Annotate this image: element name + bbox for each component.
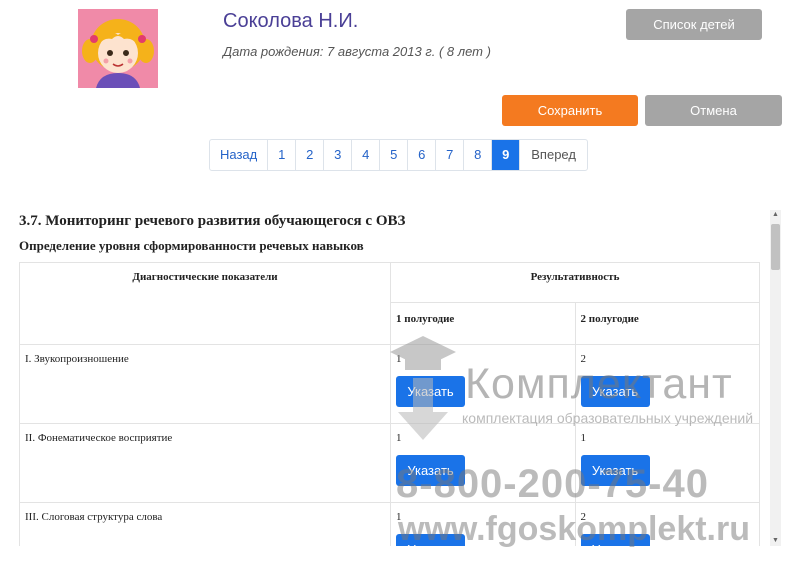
half2-cell: 2 Указать	[574, 344, 760, 424]
triangle-down-icon[interactable]: ▼	[770, 536, 781, 546]
half2-value: 2	[580, 511, 587, 523]
table-row: II. Фонематическое восприятие 1 Указать …	[19, 423, 760, 503]
girl-avatar-icon	[78, 9, 158, 88]
half1-cell: 1 Указать	[390, 344, 576, 424]
scrollbar-thumb[interactable]	[771, 224, 780, 270]
birth-date: Дата рождения: 7 августа 2013 г. ( 8 лет…	[223, 44, 491, 59]
column-header-results: Результативность	[390, 262, 760, 303]
save-button[interactable]: Сохранить	[502, 95, 638, 126]
child-name: Соколова Н.И.	[223, 10, 359, 32]
table-row: I. Звукопроизношение 1 Указать 2 Указать	[19, 344, 760, 424]
children-list-button[interactable]: Список детей	[626, 9, 762, 40]
pagination: Назад 1 2 3 4 5 6 7 8 9 Вперед	[209, 139, 588, 171]
avatar	[78, 9, 158, 88]
half1-value: 1	[396, 432, 402, 444]
section-title: 3.7. Мониторинг речевого развития обучаю…	[19, 213, 406, 229]
pagination-page-2[interactable]: 2	[296, 140, 325, 170]
pagination-page-4[interactable]: 4	[352, 140, 381, 170]
pagination-page-1[interactable]: 1	[268, 140, 297, 170]
half1-cell: 1 Указать	[390, 423, 576, 503]
table-header-row: Диагностические показатели Результативно…	[19, 262, 760, 345]
indicator-cell: II. Фонематическое восприятие	[19, 423, 391, 503]
column-header-indicators: Диагностические показатели	[19, 262, 391, 345]
half1-cell: 1 Указать	[390, 502, 576, 546]
set-half1-button[interactable]: Указать	[396, 534, 465, 546]
triangle-up-icon[interactable]: ▲	[770, 210, 781, 220]
set-half2-button[interactable]: Указать	[580, 376, 650, 407]
table-row: III. Слоговая структура слова 1 Указать …	[19, 502, 760, 546]
pagination-page-3[interactable]: 3	[324, 140, 353, 170]
pagination-next[interactable]: Вперед	[520, 140, 587, 170]
column-header-half1: 1 полугодие	[390, 302, 576, 345]
pagination-page-6[interactable]: 6	[408, 140, 437, 170]
monitoring-content-frame: 3.7. Мониторинг речевого развития обучаю…	[0, 208, 770, 546]
set-half1-button[interactable]: Указать	[396, 455, 465, 486]
half2-value: 2	[580, 353, 587, 365]
set-half2-button[interactable]: Указать	[580, 534, 650, 546]
half2-cell: 1 Указать	[574, 423, 760, 503]
section-subtitle: Определение уровня сформированности рече…	[19, 238, 364, 253]
column-header-half2: 2 полугодие	[574, 302, 760, 345]
half1-value: 1	[396, 511, 402, 523]
pagination-page-8[interactable]: 8	[464, 140, 493, 170]
indicator-cell: III. Слоговая структура слова	[19, 502, 391, 546]
pagination-prev[interactable]: Назад	[210, 140, 269, 170]
pagination-page-9-current[interactable]: 9	[492, 140, 521, 170]
pagination-page-7[interactable]: 7	[436, 140, 465, 170]
cancel-button[interactable]: Отмена	[645, 95, 782, 126]
set-half1-button[interactable]: Указать	[396, 376, 465, 407]
half2-value: 1	[580, 432, 587, 444]
pagination-page-5[interactable]: 5	[380, 140, 409, 170]
set-half2-button[interactable]: Указать	[580, 455, 650, 486]
indicator-cell: I. Звукопроизношение	[19, 344, 391, 424]
speech-skills-table: Диагностические показатели Результативно…	[19, 262, 760, 546]
content-scrollbar[interactable]: ▲ ▼	[770, 210, 781, 546]
half1-value: 1	[396, 353, 402, 365]
half2-cell: 2 Указать	[574, 502, 760, 546]
